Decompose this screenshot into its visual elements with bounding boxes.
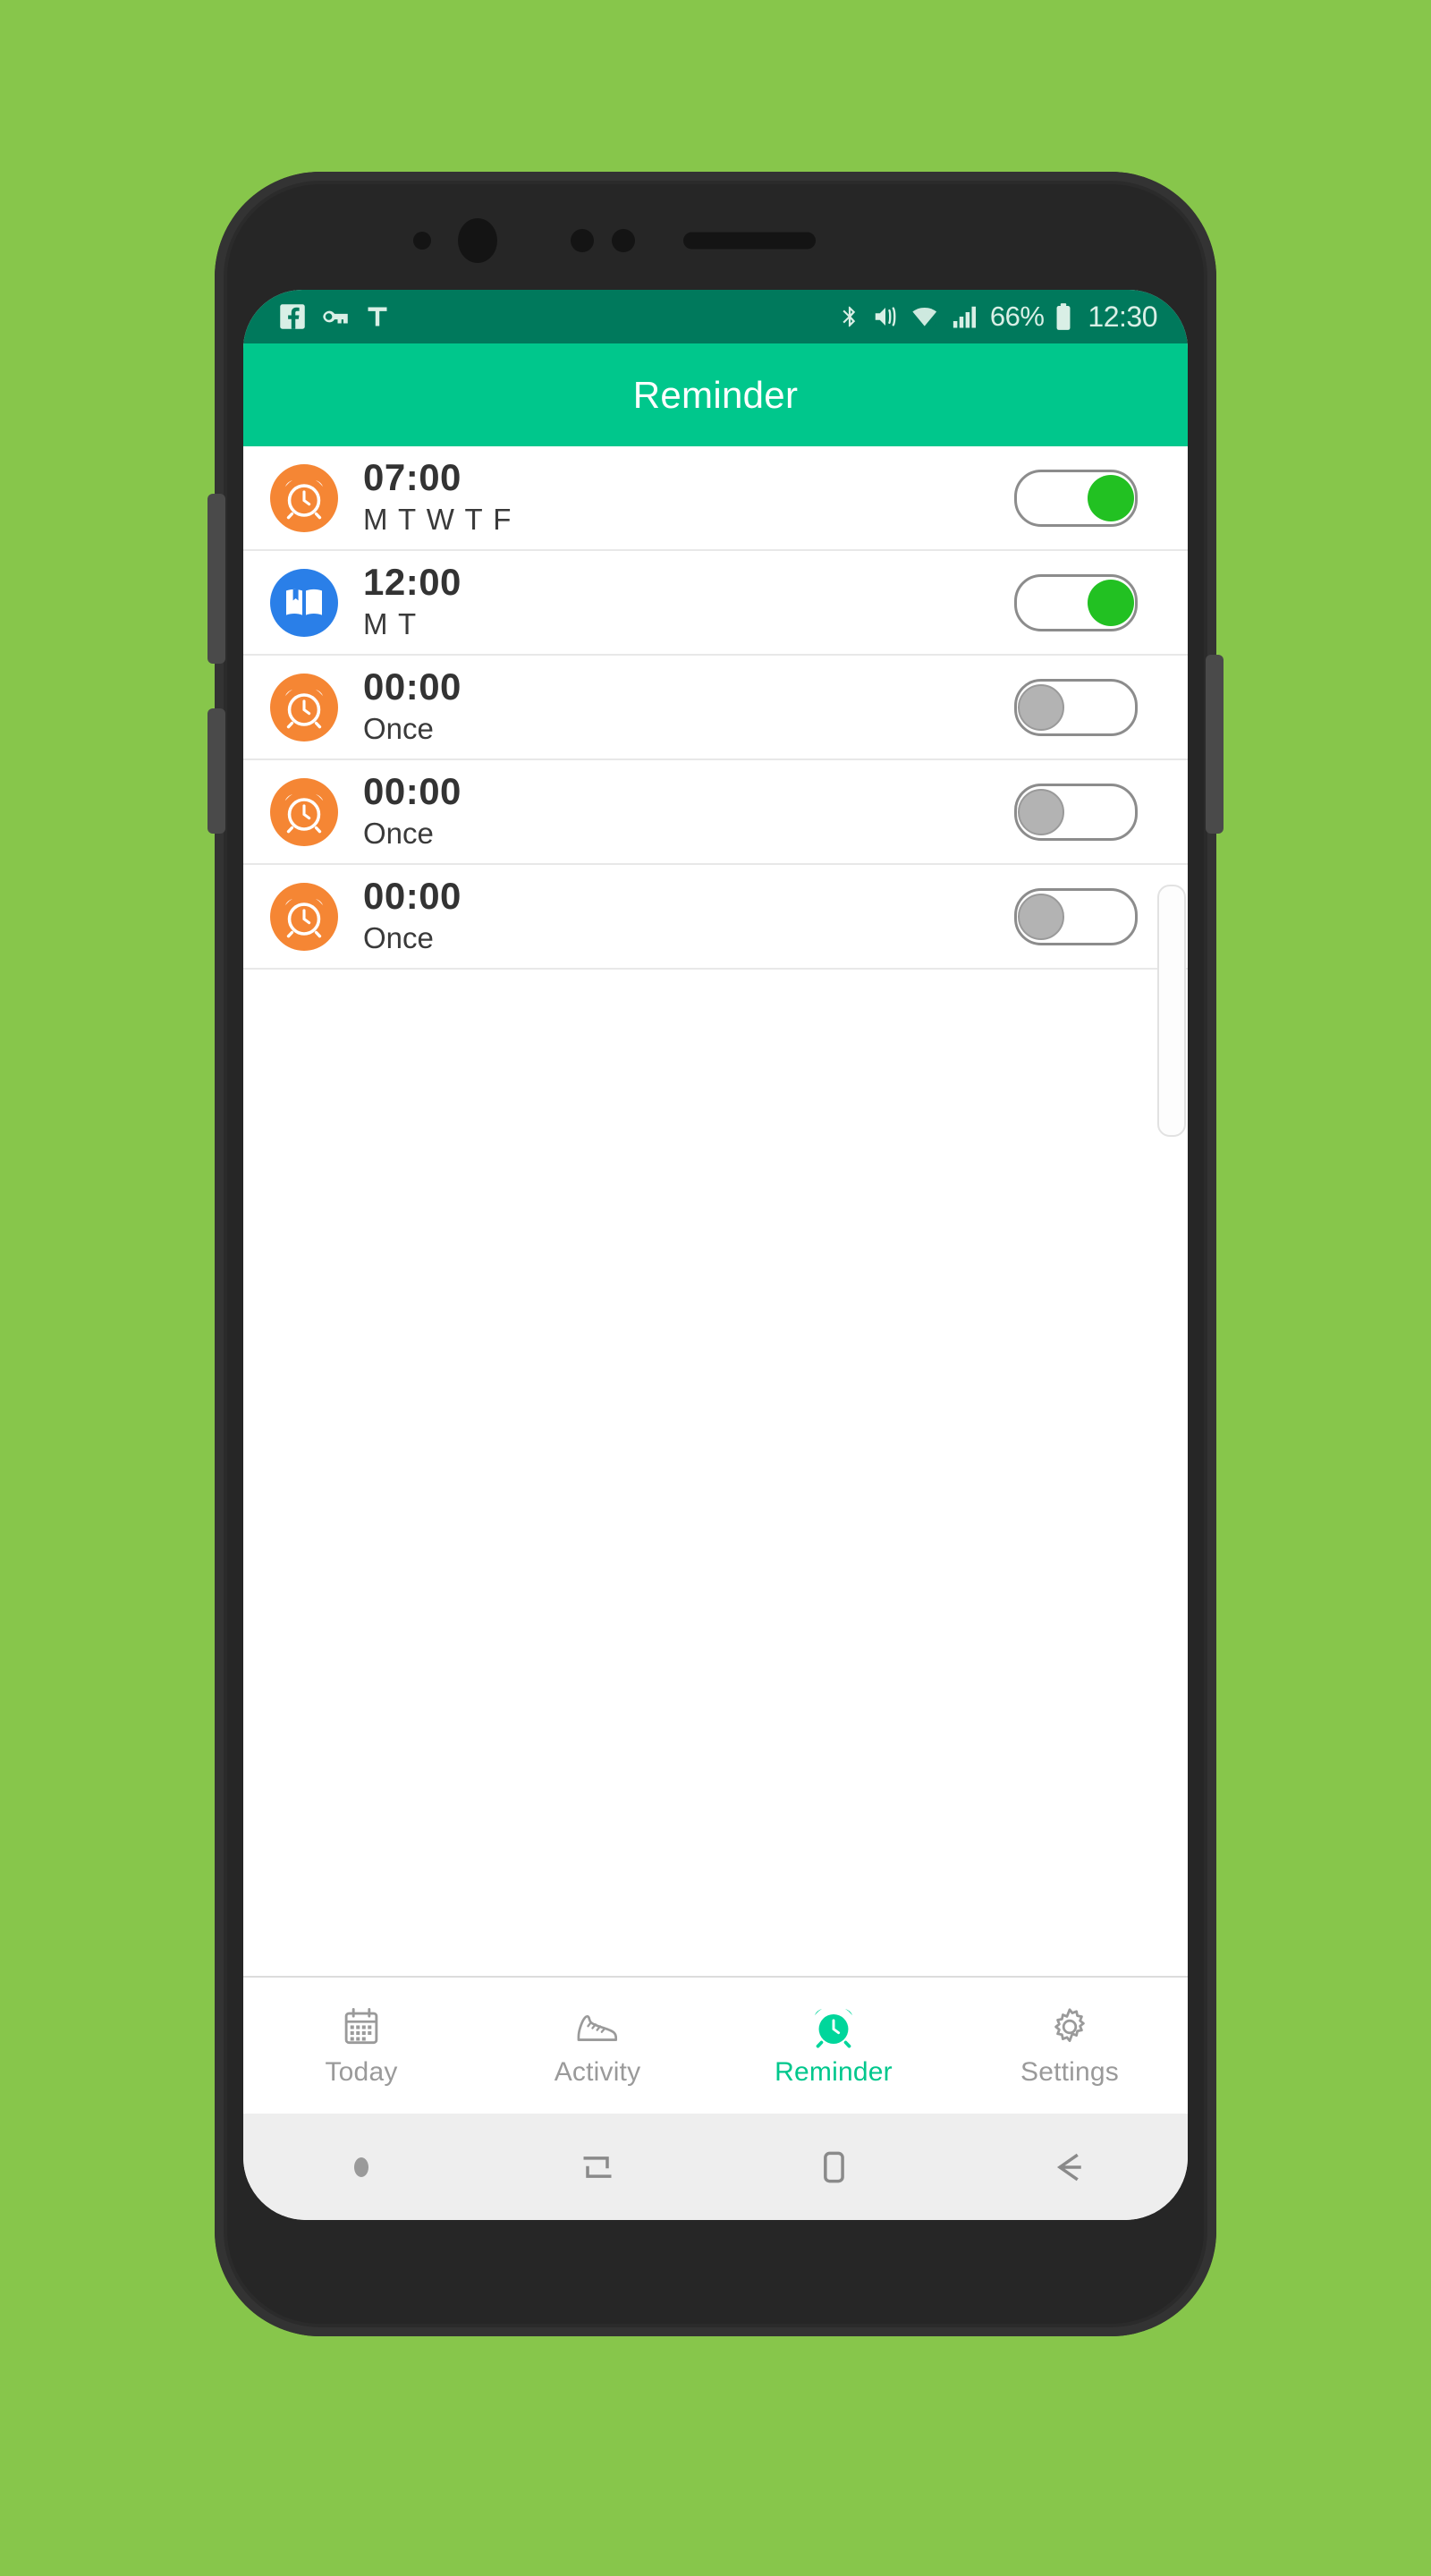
nav-dot-indicator[interactable] bbox=[243, 2157, 479, 2177]
reminder-row[interactable]: 12:00 M T bbox=[243, 551, 1188, 656]
home-icon bbox=[824, 2151, 844, 2183]
alarm-clock-icon bbox=[811, 2004, 856, 2050]
alarm-clock-icon bbox=[270, 463, 338, 532]
tab-label: Today bbox=[325, 2057, 398, 2087]
toggle-thumb bbox=[1018, 683, 1064, 731]
wifi-icon bbox=[912, 308, 939, 327]
reminder-time: 12:00 bbox=[363, 560, 461, 603]
nav-back-button[interactable] bbox=[952, 2148, 1188, 2187]
recents-icon bbox=[583, 2157, 612, 2178]
reminder-toggle[interactable] bbox=[1014, 887, 1138, 945]
reminder-toggle[interactable] bbox=[1014, 783, 1138, 841]
shoe-icon bbox=[575, 2004, 620, 2050]
facebook-icon bbox=[280, 304, 305, 329]
reminder-days: Once bbox=[363, 921, 434, 955]
iris-sensor-icon bbox=[413, 232, 431, 250]
toggle-thumb bbox=[1018, 788, 1064, 835]
reminder-time: 00:00 bbox=[363, 665, 461, 708]
tab-label: Activity bbox=[554, 2057, 641, 2087]
reminder-row[interactable]: 00:00 Once bbox=[243, 760, 1188, 865]
reminder-row[interactable]: 00:00 Once bbox=[243, 656, 1188, 760]
page-title: Reminder bbox=[632, 373, 799, 416]
reminder-time: 07:00 bbox=[363, 455, 461, 498]
battery-icon bbox=[1056, 303, 1071, 330]
app-bar: Reminder bbox=[243, 343, 1188, 446]
text-t-icon bbox=[368, 307, 387, 326]
nav-recents-button[interactable] bbox=[479, 2148, 716, 2187]
calendar-icon bbox=[341, 2004, 382, 2050]
vibrate-mute-icon bbox=[875, 307, 896, 326]
phone-device: 66% 12:30 Reminder 07:00 M T W T F 12:00… bbox=[207, 172, 1224, 2336]
nav-home-button[interactable] bbox=[716, 2148, 952, 2187]
reminder-text: 00:00 Once bbox=[363, 665, 1014, 747]
tab-label: Settings bbox=[1020, 2057, 1119, 2087]
tab-today[interactable]: Today bbox=[243, 1978, 479, 2114]
tab-label: Reminder bbox=[775, 2057, 893, 2087]
tab-activity[interactable]: Activity bbox=[479, 1978, 716, 2114]
reminder-row[interactable]: 00:00 Once bbox=[243, 865, 1188, 970]
light-sensor-icon bbox=[612, 229, 635, 252]
back-icon bbox=[1056, 2153, 1081, 2182]
reminder-toggle[interactable] bbox=[1014, 573, 1138, 631]
status-left-icons bbox=[279, 303, 838, 330]
status-bar: 66% 12:30 bbox=[243, 290, 1188, 343]
battery-percent-label: 66% bbox=[989, 301, 1045, 332]
alarm-clock-icon bbox=[270, 673, 338, 741]
reminder-days: Once bbox=[363, 712, 434, 746]
dot-indicator bbox=[354, 2157, 368, 2177]
reminder-text: 00:00 Once bbox=[363, 769, 1014, 852]
status-right-icons: 66% 12:30 bbox=[838, 301, 1157, 334]
reminder-time: 00:00 bbox=[363, 874, 461, 917]
reminder-toggle[interactable] bbox=[1014, 678, 1138, 736]
book-icon bbox=[270, 568, 338, 637]
toggle-thumb bbox=[1088, 579, 1134, 626]
bottom-tab-bar: Today Activity Reminder Settings bbox=[243, 1976, 1188, 2114]
reminder-text: 07:00 M T W T F bbox=[363, 455, 1014, 538]
phone-screen: 66% 12:30 Reminder 07:00 M T W T F 12:00… bbox=[243, 290, 1188, 2220]
reminder-text: 12:00 M T bbox=[363, 560, 1014, 642]
front-camera-icon bbox=[458, 218, 497, 263]
toggle-thumb bbox=[1088, 474, 1134, 521]
reminder-row[interactable]: 07:00 M T W T F bbox=[243, 446, 1188, 551]
proximity-sensor-icon bbox=[571, 229, 594, 252]
signal-bars-icon bbox=[953, 306, 976, 328]
bixby-button[interactable] bbox=[207, 494, 225, 664]
android-nav-bar bbox=[243, 2114, 1188, 2220]
reminder-days: Once bbox=[363, 817, 434, 851]
power-button[interactable] bbox=[1206, 655, 1224, 834]
status-clock: 12:30 bbox=[1088, 300, 1157, 333]
volume-down-button[interactable] bbox=[207, 708, 225, 834]
gear-icon bbox=[1048, 2004, 1091, 2050]
vpn-key-icon bbox=[323, 310, 348, 324]
sensor-cluster bbox=[215, 218, 1216, 263]
toggle-thumb bbox=[1018, 893, 1064, 940]
alarm-clock-icon bbox=[270, 777, 338, 846]
reminder-toggle[interactable] bbox=[1014, 469, 1138, 527]
alarm-clock-icon bbox=[270, 882, 338, 951]
earpiece-speaker bbox=[683, 232, 816, 250]
scrollbar[interactable] bbox=[1157, 885, 1186, 1137]
tab-reminder[interactable]: Reminder bbox=[716, 1978, 952, 2114]
reminder-time: 00:00 bbox=[363, 769, 461, 812]
reminder-days: M T W T F bbox=[363, 503, 512, 537]
reminder-days: M T bbox=[363, 607, 418, 641]
reminder-list[interactable]: 07:00 M T W T F 12:00 M T 00:00 Once 00:… bbox=[243, 446, 1188, 1976]
tab-settings[interactable]: Settings bbox=[952, 1978, 1188, 2114]
bluetooth-icon bbox=[843, 306, 856, 327]
reminder-text: 00:00 Once bbox=[363, 877, 1014, 956]
